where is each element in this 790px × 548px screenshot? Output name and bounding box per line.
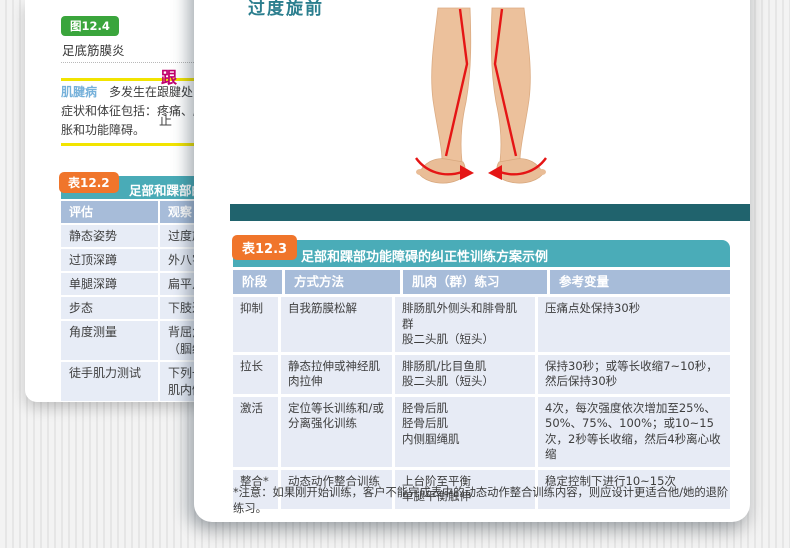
right-leg [491, 8, 530, 162]
table-12-3-column-header-row: 阶段 方式方法 肌肉（群）练习 参考变量 [233, 270, 730, 294]
figure-caption: 足底筋膜炎 [62, 40, 125, 59]
legs-illustration [400, 6, 562, 194]
right-arrowhead-icon [488, 165, 502, 180]
left-leg [432, 8, 471, 162]
cell-stage: 抑制 [233, 297, 278, 352]
column-header: 参考变量 [550, 270, 730, 294]
cell-variables: 压痛点处保持30秒 [538, 297, 730, 352]
right-foot [497, 159, 543, 184]
note-term: 肌腱病 [61, 85, 97, 99]
left-foot [419, 159, 465, 184]
cell-method: 自我筋膜松解 [281, 297, 392, 352]
column-header: 方式方法 [285, 270, 400, 294]
table-12-3: 表12.3 足部和踝部功能障碍的纠正性训练方案示例 阶段 方式方法 肌肉（群）练… [233, 240, 730, 509]
cell-assessment: 过顶深蹲 [61, 249, 158, 271]
cell-assessment: 角度测量 [61, 321, 158, 360]
section-divider-bar [230, 204, 750, 221]
tendinopathy-note: 肌腱病 多发生在跟腱处，症状和体征包括：疼痛、肿胀和功能障碍。 [61, 78, 211, 146]
overpronation-figure [400, 6, 562, 194]
right-book-page: 过度旋前 表12.3 足部和踝部功能障碍的纠正性训练方案示例 [194, 0, 750, 522]
right-toes [538, 169, 546, 175]
cell-muscles: 胫骨后肌 胫骨后肌 内侧腘绳肌 [395, 397, 535, 467]
cell-assessment: 徒手肌力测试 [61, 362, 158, 401]
cell-muscles: 腓肠肌/比目鱼肌 股二头肌（短头） [395, 355, 535, 394]
table-row: 拉长 静态拉伸或神经肌肉拉伸 腓肠肌/比目鱼肌 股二头肌（短头） 保持30秒；或… [233, 355, 730, 394]
table-12-3-footnote: *注意：如果刚开始训练，客户不能完成表中的动态动作整合训练内容，则应设计更适合他… [233, 484, 733, 516]
cell-variables: 4次，每次强度依次增加至25%、50%、75%、100%；或10~15次，2秒等… [538, 397, 730, 467]
cell-assessment: 静态姿势 [61, 225, 158, 247]
figure-badge: 图12.4 [61, 16, 119, 36]
section-title: 过度旋前 [248, 0, 324, 19]
table-12-2-title: 足部和踝部的 [129, 180, 204, 199]
cut-heading-char: 跟 [161, 64, 177, 88]
table-12-3-header: 表12.3 足部和踝部功能障碍的纠正性训练方案示例 [233, 240, 730, 267]
left-arrowhead-icon [460, 165, 474, 180]
left-toes [416, 169, 424, 175]
cell-method: 静态拉伸或神经肌肉拉伸 [281, 355, 392, 394]
table-12-2-badge: 表12.2 [59, 172, 119, 193]
cell-muscles: 腓肠肌外侧头和腓骨肌群 股二头肌（短头） [395, 297, 535, 352]
column-header: 评估 [61, 201, 158, 223]
cell-stage: 激活 [233, 397, 278, 467]
table-row: 激活 定位等长训练和/或分离强化训练 胫骨后肌 胫骨后肌 内侧腘绳肌 4次，每次… [233, 397, 730, 467]
table-row: 抑制 自我筋膜松解 腓肠肌外侧头和腓骨肌群 股二头肌（短头） 压痛点处保持30秒 [233, 297, 730, 352]
column-header: 阶段 [233, 270, 282, 294]
table-12-3-badge: 表12.3 [232, 235, 297, 260]
cell-assessment: 单腿深蹲 [61, 273, 158, 295]
cut-body-char: 止 [159, 110, 172, 129]
table-12-3-title: 足部和踝部功能障碍的纠正性训练方案示例 [301, 246, 548, 265]
cell-assessment: 步态 [61, 297, 158, 319]
cell-variables: 保持30秒；或等长收缩7~10秒，然后保持30秒 [538, 355, 730, 394]
cell-stage: 拉长 [233, 355, 278, 394]
column-header: 肌肉（群）练习 [403, 270, 547, 294]
cell-method: 定位等长训练和/或分离强化训练 [281, 397, 392, 467]
